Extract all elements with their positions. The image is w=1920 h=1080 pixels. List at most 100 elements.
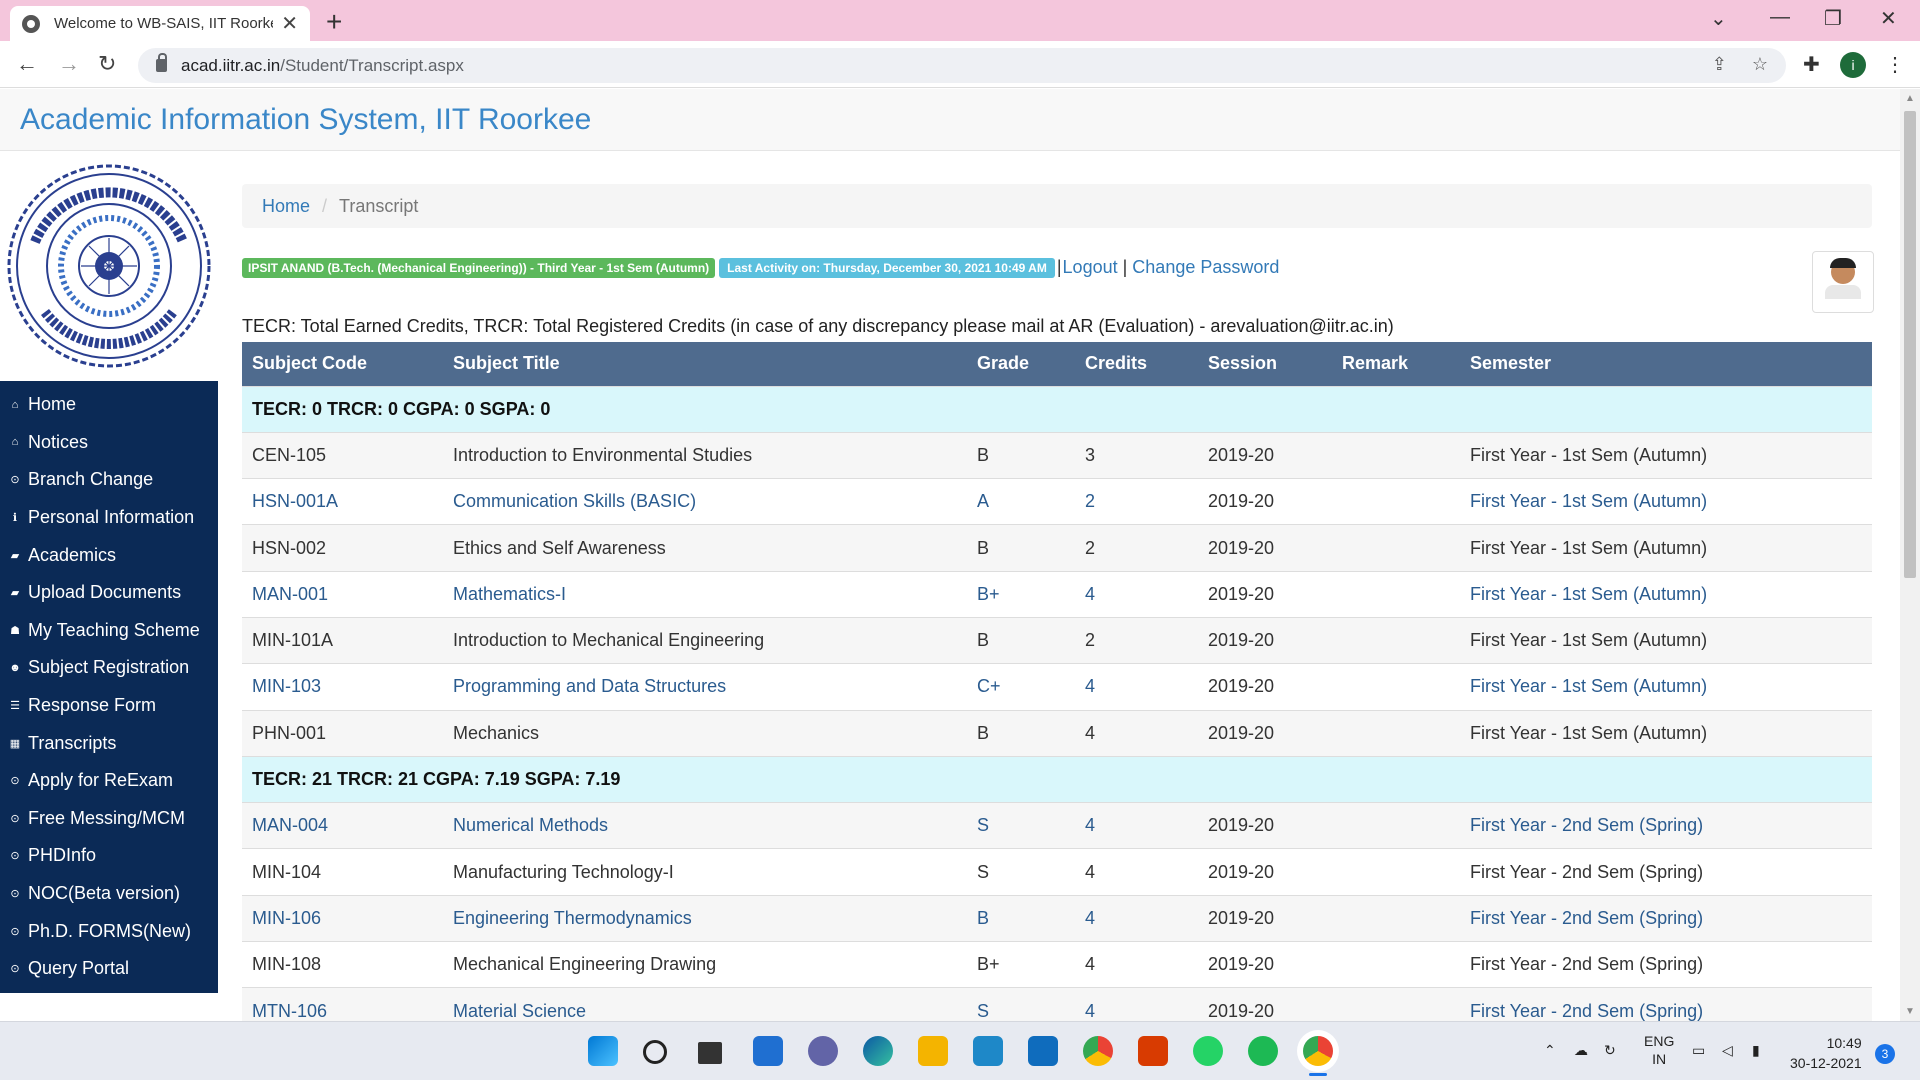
cell-subject-title[interactable]: Mathematics-I xyxy=(443,570,967,618)
cell-grade[interactable]: B+ xyxy=(967,570,1075,618)
sidebar-item-my-teaching-scheme[interactable]: ☗ My Teaching Scheme xyxy=(0,612,218,650)
share-icon[interactable]: ⇪ xyxy=(1712,54,1727,74)
close-window-icon[interactable]: ✕ xyxy=(1880,6,1897,31)
sidebar-item-query-portal[interactable]: ⊙ Query Portal xyxy=(0,950,218,988)
cell-semester[interactable]: First Year - 1st Sem (Autumn) xyxy=(1460,663,1872,711)
desktop-icon[interactable] xyxy=(973,1036,1003,1066)
close-tab-icon[interactable]: ✕ xyxy=(281,11,298,36)
tab-search-icon[interactable]: ⌄ xyxy=(1710,6,1727,31)
notification-badge[interactable]: 3 xyxy=(1875,1044,1895,1064)
forward-icon[interactable]: → xyxy=(58,51,80,77)
chat-icon[interactable] xyxy=(808,1036,838,1066)
menu-icon[interactable]: ⋮ xyxy=(1885,52,1905,77)
cell-grade[interactable]: S xyxy=(967,987,1075,1021)
spotify-icon[interactable] xyxy=(1248,1036,1278,1066)
cell-semester[interactable]: First Year - 2nd Sem (Spring) xyxy=(1460,802,1872,849)
cell-credits[interactable]: 4 xyxy=(1075,663,1198,711)
logout-link[interactable]: Logout xyxy=(1063,257,1118,278)
cell-subject-code[interactable]: MIN-106 xyxy=(242,894,443,942)
address-bar[interactable]: acad.iitr.ac.in/Student/Transcript.aspx … xyxy=(138,48,1786,83)
cell-subject-title[interactable]: Engineering Thermodynamics xyxy=(443,894,967,942)
cell-credits[interactable]: 4 xyxy=(1075,570,1198,618)
battery-icon[interactable]: ▮ xyxy=(1752,1042,1760,1059)
circle-icon: ⊙ xyxy=(10,474,20,487)
sidebar-item-subject-registration[interactable]: ☻ Subject Registration xyxy=(0,649,218,687)
volume-icon[interactable]: ◁ xyxy=(1722,1042,1733,1059)
show-hidden-icons-icon[interactable]: ⌃ xyxy=(1544,1042,1556,1059)
breadcrumb-separator: / xyxy=(322,195,328,216)
sidebar-item-apply-for-reexam[interactable]: ⊙ Apply for ReExam xyxy=(0,762,218,800)
vertical-scrollbar[interactable]: ▲ ▼ xyxy=(1900,89,1920,1021)
sidebar-item-home[interactable]: ⌂ Home xyxy=(0,386,218,424)
cell-semester[interactable]: First Year - 2nd Sem (Spring) xyxy=(1460,894,1872,942)
lock-icon[interactable] xyxy=(156,53,167,72)
breadcrumb-current: Transcript xyxy=(339,195,419,216)
cell-subject-code[interactable]: MTN-106 xyxy=(242,987,443,1021)
cell-grade[interactable]: A xyxy=(967,478,1075,525)
sidebar-item-ph-d-forms-new[interactable]: ⊙ Ph.D. FORMS(New) xyxy=(0,912,218,950)
scroll-down-icon[interactable]: ▼ xyxy=(1905,1006,1915,1017)
sidebar-item-transcripts[interactable]: ▦ Transcripts xyxy=(0,724,218,762)
cell-subject-code[interactable]: MIN-103 xyxy=(242,663,443,711)
sync-icon[interactable]: ↻ xyxy=(1604,1042,1616,1059)
language-indicator[interactable]: ENG IN xyxy=(1644,1032,1674,1068)
profile-avatar[interactable]: i xyxy=(1840,52,1866,78)
cell-subject-title[interactable]: Numerical Methods xyxy=(443,802,967,849)
scrollbar-thumb[interactable] xyxy=(1904,111,1916,578)
file-explorer-icon[interactable] xyxy=(918,1036,948,1066)
cell-subject-title[interactable]: Material Science xyxy=(443,987,967,1021)
cell-credits[interactable]: 4 xyxy=(1075,802,1198,849)
sidebar-item-personal-information[interactable]: ℹ Personal Information xyxy=(0,499,218,537)
sidebar-item-branch-change[interactable]: ⊙ Branch Change xyxy=(0,461,218,499)
cell-semester[interactable]: First Year - 1st Sem (Autumn) xyxy=(1460,570,1872,618)
sidebar-item-response-form[interactable]: ☰ Response Form xyxy=(0,687,218,725)
cell-grade[interactable]: S xyxy=(967,802,1075,849)
browser-tab[interactable]: Welcome to WB-SAIS, IIT Roorke ✕ xyxy=(10,6,310,41)
cell-subject-code[interactable]: HSN-001A xyxy=(242,478,443,525)
book-icon: ▰ xyxy=(10,549,20,562)
cell-subject-code[interactable]: MAN-001 xyxy=(242,570,443,618)
cell-subject-code: MIN-104 xyxy=(242,848,443,896)
whatsapp-icon[interactable] xyxy=(1193,1036,1223,1066)
search-icon[interactable] xyxy=(643,1040,667,1064)
extensions-icon[interactable]: ✚ xyxy=(1803,52,1820,77)
clock[interactable]: 10:49 30-12-2021 xyxy=(1790,1033,1862,1073)
new-tab-icon[interactable]: + xyxy=(326,6,342,38)
chrome-icon[interactable] xyxy=(1083,1036,1113,1066)
widgets-icon[interactable] xyxy=(753,1036,783,1066)
change-password-link[interactable]: Change Password xyxy=(1132,257,1279,278)
separator: | xyxy=(1056,257,1062,277)
cell-credits[interactable]: 2 xyxy=(1075,478,1198,525)
edge-icon[interactable] xyxy=(863,1036,893,1066)
bookmark-star-icon[interactable]: ☆ xyxy=(1752,54,1768,74)
cell-semester[interactable]: First Year - 1st Sem (Autumn) xyxy=(1460,478,1872,525)
cell-semester[interactable]: First Year - 2nd Sem (Spring) xyxy=(1460,987,1872,1021)
cell-session: 2019-20 xyxy=(1198,663,1332,711)
sidebar-item-free-messing-mcm[interactable]: ⊙ Free Messing/MCM xyxy=(0,800,218,838)
cell-grade[interactable]: B xyxy=(967,894,1075,942)
sidebar-item-notices[interactable]: ⌂ Notices xyxy=(0,424,218,462)
scroll-up-icon[interactable]: ▲ xyxy=(1905,93,1915,104)
sidebar-item-noc-beta-version[interactable]: ⊙ NOC(Beta version) xyxy=(0,875,218,913)
back-icon[interactable]: ← xyxy=(16,51,38,77)
cell-credits[interactable]: 4 xyxy=(1075,894,1198,942)
sidebar-item-upload-documents[interactable]: ▰ Upload Documents xyxy=(0,574,218,612)
cell-subject-code[interactable]: MAN-004 xyxy=(242,802,443,849)
minimize-icon[interactable]: — xyxy=(1770,6,1790,29)
sidebar-item-academics[interactable]: ▰ Academics xyxy=(0,536,218,574)
network-warning-icon[interactable]: ☁ xyxy=(1574,1042,1588,1059)
reload-icon[interactable]: ↻ xyxy=(98,51,116,77)
start-icon[interactable] xyxy=(588,1036,618,1066)
office-icon[interactable] xyxy=(1138,1036,1168,1066)
mail-icon[interactable] xyxy=(1028,1036,1058,1066)
restore-icon[interactable]: ❐ xyxy=(1824,6,1842,31)
cell-subject-title[interactable]: Programming and Data Structures xyxy=(443,663,967,711)
task-view-icon[interactable] xyxy=(698,1042,722,1064)
cell-subject-title[interactable]: Communication Skills (BASIC) xyxy=(443,478,967,525)
breadcrumb-home[interactable]: Home xyxy=(262,196,310,217)
chrome-profile-icon[interactable] xyxy=(1303,1036,1333,1066)
cell-credits[interactable]: 4 xyxy=(1075,987,1198,1021)
sidebar-item-phdinfo[interactable]: ⊙ PHDInfo xyxy=(0,837,218,875)
cell-grade[interactable]: C+ xyxy=(967,663,1075,711)
display-icon[interactable]: ▭ xyxy=(1692,1042,1705,1059)
